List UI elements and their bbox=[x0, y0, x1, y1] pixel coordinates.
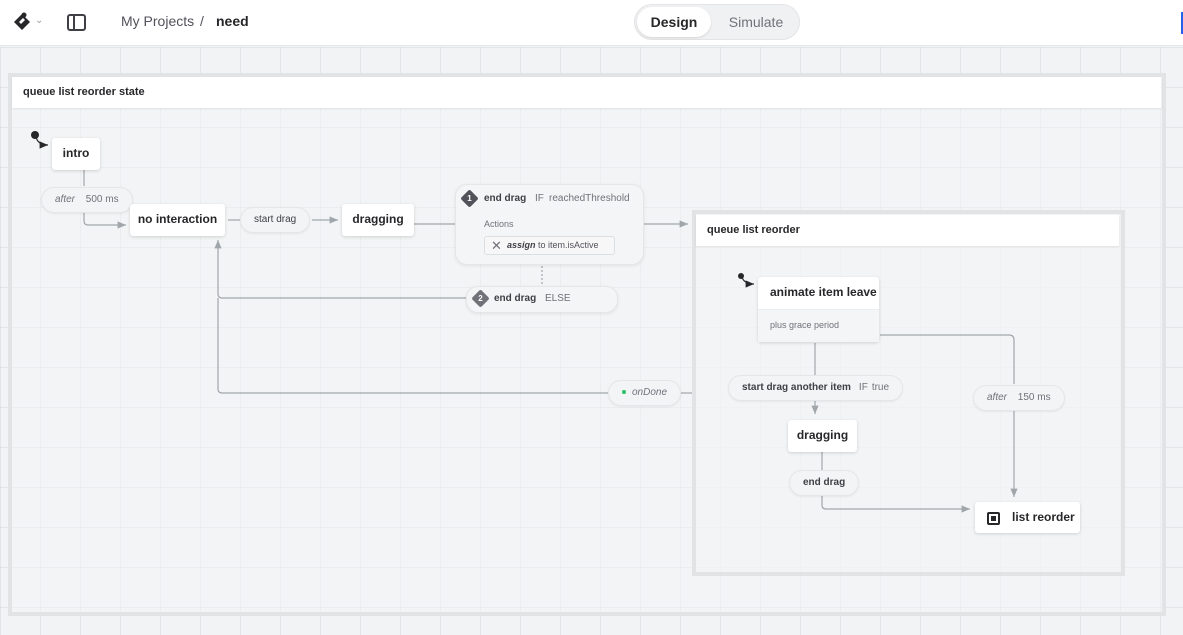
state-label: no interaction bbox=[137, 212, 218, 226]
delay-label: 500 ms bbox=[85, 194, 119, 205]
guard-keyword: IF bbox=[535, 193, 544, 204]
design-tab[interactable]: Design bbox=[637, 7, 711, 37]
event-label: start drag another item bbox=[742, 382, 851, 393]
transition-on-done[interactable]: onDone bbox=[608, 380, 682, 406]
transition-after-150[interactable]: after 150 ms bbox=[973, 385, 1065, 411]
state-label: intro bbox=[62, 146, 90, 160]
event-label: onDone bbox=[632, 387, 668, 398]
state-label: list reorder bbox=[1012, 510, 1075, 524]
statelyai-logo-icon[interactable] bbox=[10, 10, 34, 34]
guard-index-number: 1 bbox=[467, 194, 472, 203]
state-no-interaction[interactable]: no interaction bbox=[130, 204, 225, 236]
action-text: to item.isActive bbox=[538, 240, 599, 250]
simulate-tab[interactable]: Simulate bbox=[717, 7, 795, 37]
state-animate-item-leave[interactable]: animate item leave plus grace period bbox=[758, 277, 879, 342]
after-label: after bbox=[987, 392, 1008, 403]
transition-after-500[interactable]: after 500 ms bbox=[41, 187, 133, 213]
delay-label: 150 ms bbox=[1017, 392, 1051, 403]
state-label: dragging bbox=[352, 212, 404, 226]
transition-end-drag[interactable]: end drag bbox=[789, 470, 860, 496]
final-state-icon bbox=[987, 512, 1000, 525]
transition-end-drag-else[interactable] bbox=[466, 286, 618, 313]
sidebar-toggle-icon[interactable] bbox=[67, 14, 86, 31]
state-dragging-inner[interactable]: dragging bbox=[788, 420, 857, 452]
chevron-down-icon[interactable]: ⌄ bbox=[35, 15, 45, 26]
guard-keyword: IF bbox=[858, 382, 868, 393]
action-assign[interactable]: ✕ assign to item.isActive bbox=[484, 236, 615, 255]
actions-label: Actions bbox=[484, 219, 514, 229]
event-label: end drag bbox=[803, 477, 846, 488]
mode-toggle: Design Simulate bbox=[634, 4, 800, 40]
state-description: plus grace period bbox=[758, 309, 879, 342]
root-state-title[interactable]: queue list reorder state bbox=[12, 77, 1161, 108]
guard-condition: reachedThreshold bbox=[549, 193, 630, 204]
after-label: after bbox=[55, 194, 76, 205]
guard-condition: true bbox=[871, 382, 890, 393]
transition-start-drag-another[interactable]: start drag another item IF true bbox=[728, 375, 904, 401]
done-dot-icon bbox=[622, 390, 626, 395]
guard-index-number: 2 bbox=[478, 294, 483, 303]
breadcrumb-current[interactable]: need bbox=[216, 13, 249, 29]
xstate-action-icon: ✕ bbox=[491, 238, 502, 253]
breadcrumb-separator: / bbox=[200, 13, 204, 29]
state-dragging[interactable]: dragging bbox=[342, 204, 414, 236]
initial-state-dot bbox=[31, 131, 39, 139]
state-label: dragging bbox=[796, 428, 849, 442]
transition-start-drag[interactable]: start drag bbox=[240, 207, 311, 233]
state-intro[interactable]: intro bbox=[52, 138, 100, 170]
breadcrumb-projects[interactable]: My Projects bbox=[121, 13, 194, 29]
event-label: start drag bbox=[254, 214, 297, 225]
action-type: assign bbox=[507, 240, 536, 250]
initial-state-dot-inner bbox=[738, 273, 744, 279]
top-bar: ⌄ My Projects / need Design Simulate bbox=[0, 0, 1183, 46]
else-event-label: end drag bbox=[494, 293, 537, 304]
else-keyword: ELSE bbox=[545, 293, 571, 304]
inner-state-title[interactable]: queue list reorder bbox=[696, 215, 1119, 246]
state-list-reorder-final[interactable]: list reorder bbox=[975, 502, 1080, 533]
state-label: animate item leave bbox=[770, 285, 877, 299]
guard-event-label: end drag bbox=[484, 193, 527, 204]
